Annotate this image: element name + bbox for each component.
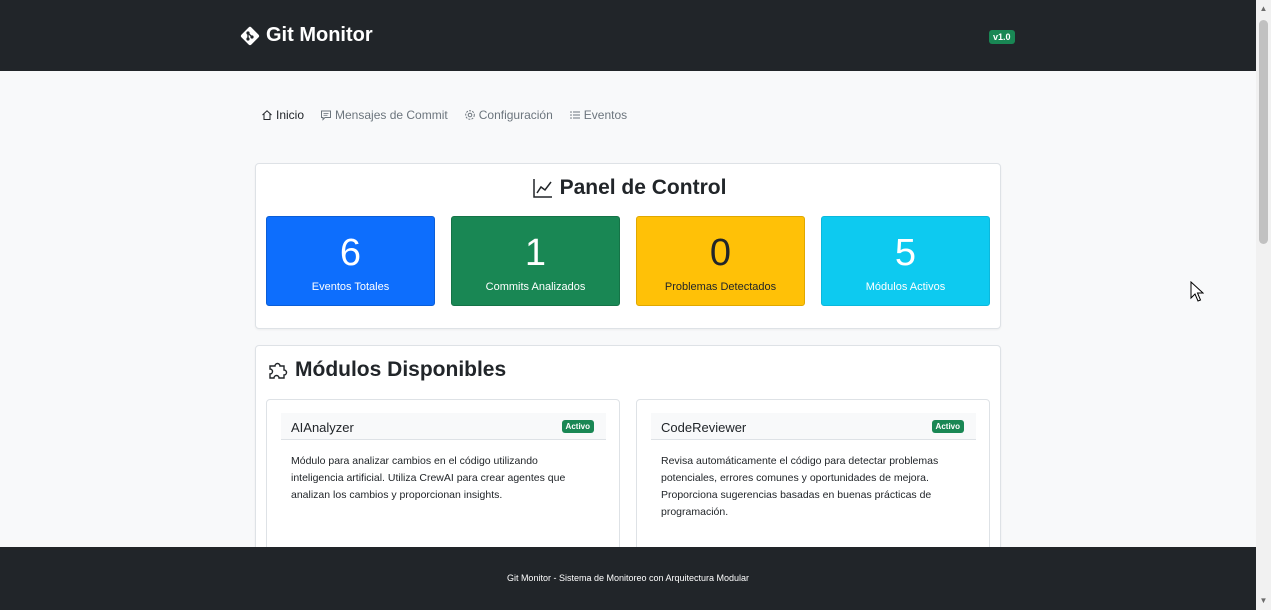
module-header: AIAnalyzer Activo <box>281 413 606 440</box>
git-logo-icon <box>240 26 260 45</box>
tab-mensajes-commit[interactable]: Mensajes de Commit <box>314 105 454 125</box>
tab-configuracion[interactable]: Configuración <box>458 105 559 125</box>
scroll-up-arrow-icon[interactable]: ▲ <box>1259 4 1268 14</box>
stat-value: 1 <box>524 232 547 274</box>
tab-label: Mensajes de Commit <box>335 108 448 122</box>
stat-eventos-totales: 6 Eventos Totales <box>266 216 435 306</box>
list-icon <box>569 111 580 119</box>
chart-line-icon <box>532 179 552 198</box>
stat-value: 6 <box>339 232 362 274</box>
module-name: CodeReviewer <box>661 420 747 435</box>
version-badge: v1.0 <box>989 30 1015 44</box>
tab-label: Configuración <box>478 108 553 122</box>
tab-label: Inicio <box>276 108 305 122</box>
tab-label: Eventos <box>583 108 628 122</box>
stat-label: Problemas Detectados <box>664 281 777 293</box>
module-description: Revisa automáticamente el código para de… <box>661 455 939 518</box>
module-description: Módulo para analizar cambios en el códig… <box>291 455 566 501</box>
scrollbar-thumb[interactable] <box>1259 20 1268 244</box>
modules-title-text: Módulos Disponibles <box>295 358 507 381</box>
control-panel-card: Panel de Control 6 Eventos Totales 1 Com… <box>255 163 1001 329</box>
puzzle-icon <box>269 362 288 379</box>
tab-inicio[interactable]: Inicio <box>255 105 310 125</box>
stat-label: Eventos Totales <box>311 281 390 293</box>
status-badge: Activo <box>561 420 594 433</box>
tab-eventos[interactable]: Eventos <box>563 105 633 125</box>
footer-text: Git Monitor - Sistema de Monitoreo con A… <box>506 573 750 583</box>
gear-icon <box>464 110 475 120</box>
stat-commits-analizados: 1 Commits Analizados <box>451 216 620 306</box>
stat-problemas-detectados: 0 Problemas Detectados <box>636 216 805 306</box>
stat-modulos-activos: 5 Módulos Activos <box>821 216 990 306</box>
nav-tabs: Inicio Mensajes de Commit Configuración … <box>255 105 637 125</box>
module-header: CodeReviewer Activo <box>651 413 976 440</box>
stat-label: Módulos Activos <box>865 281 946 293</box>
stat-value: 5 <box>894 232 917 274</box>
mouse-pointer-icon <box>1190 281 1204 302</box>
message-icon <box>321 110 332 121</box>
brand-link[interactable]: Git Monitor <box>240 24 373 47</box>
page-footer: Git Monitor - Sistema de Monitoreo con A… <box>0 547 1256 610</box>
brand-title: Git Monitor <box>266 24 373 46</box>
panel-title: Panel de Control <box>256 176 1002 200</box>
scroll-down-arrow-icon[interactable]: ▼ <box>1259 596 1268 606</box>
modules-card: Módulos Disponibles AIAnalyzer Activo Mó… <box>255 345 1001 579</box>
top-navbar: Git Monitor v1.0 <box>0 0 1256 71</box>
panel-title-text: Panel de Control <box>559 176 727 199</box>
module-name: AIAnalyzer <box>291 420 354 435</box>
vertical-scrollbar[interactable]: ▲ ▼ <box>1256 0 1271 610</box>
status-badge: Activo <box>931 420 964 433</box>
stat-value: 0 <box>709 232 732 274</box>
modules-title: Módulos Disponibles <box>267 358 506 382</box>
stat-label: Commits Analizados <box>485 281 586 293</box>
home-icon <box>262 110 272 120</box>
